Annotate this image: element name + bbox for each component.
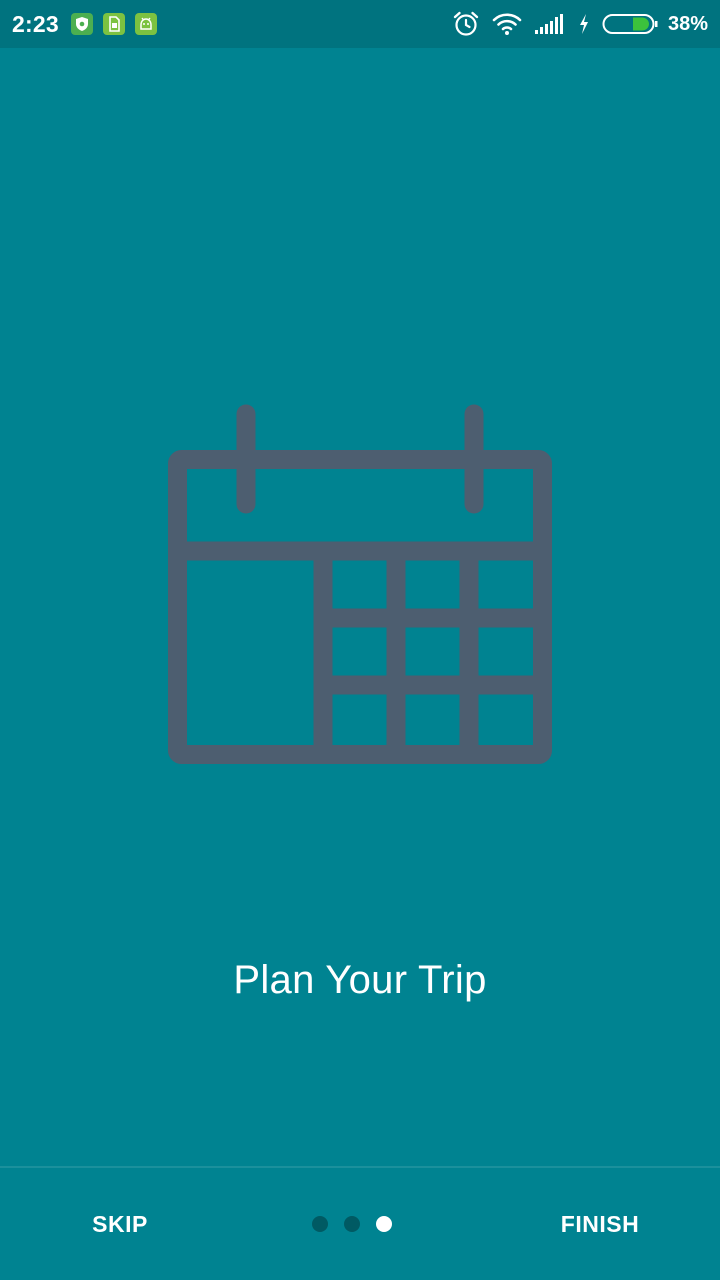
page-indicator [312,1216,392,1232]
page-dot-2[interactable] [344,1216,360,1232]
battery-icon [602,13,658,35]
finish-button[interactable]: FINISH [490,1168,710,1280]
shield-icon [70,13,93,35]
bottom-bar: SKIP FINISH [0,1168,720,1280]
page-dot-3[interactable] [376,1216,392,1232]
signal-icon [534,12,566,36]
skip-button[interactable]: SKIP [10,1168,230,1280]
alarm-clock-icon [452,10,480,38]
android-icon [134,13,157,35]
sim-card-icon [102,13,125,35]
page-title: Plan Your Trip [233,958,487,1002]
charging-bolt-icon [578,13,590,35]
status-time: 2:23 [12,10,59,37]
status-left: 2:23 [12,11,157,38]
battery-percentage: 38% [667,12,708,35]
calendar-icon [160,396,560,772]
status-bar: 2:23 38% [0,0,720,48]
status-right: 38% [452,10,708,38]
page-dot-1[interactable] [312,1216,328,1232]
wifi-icon [492,12,522,36]
